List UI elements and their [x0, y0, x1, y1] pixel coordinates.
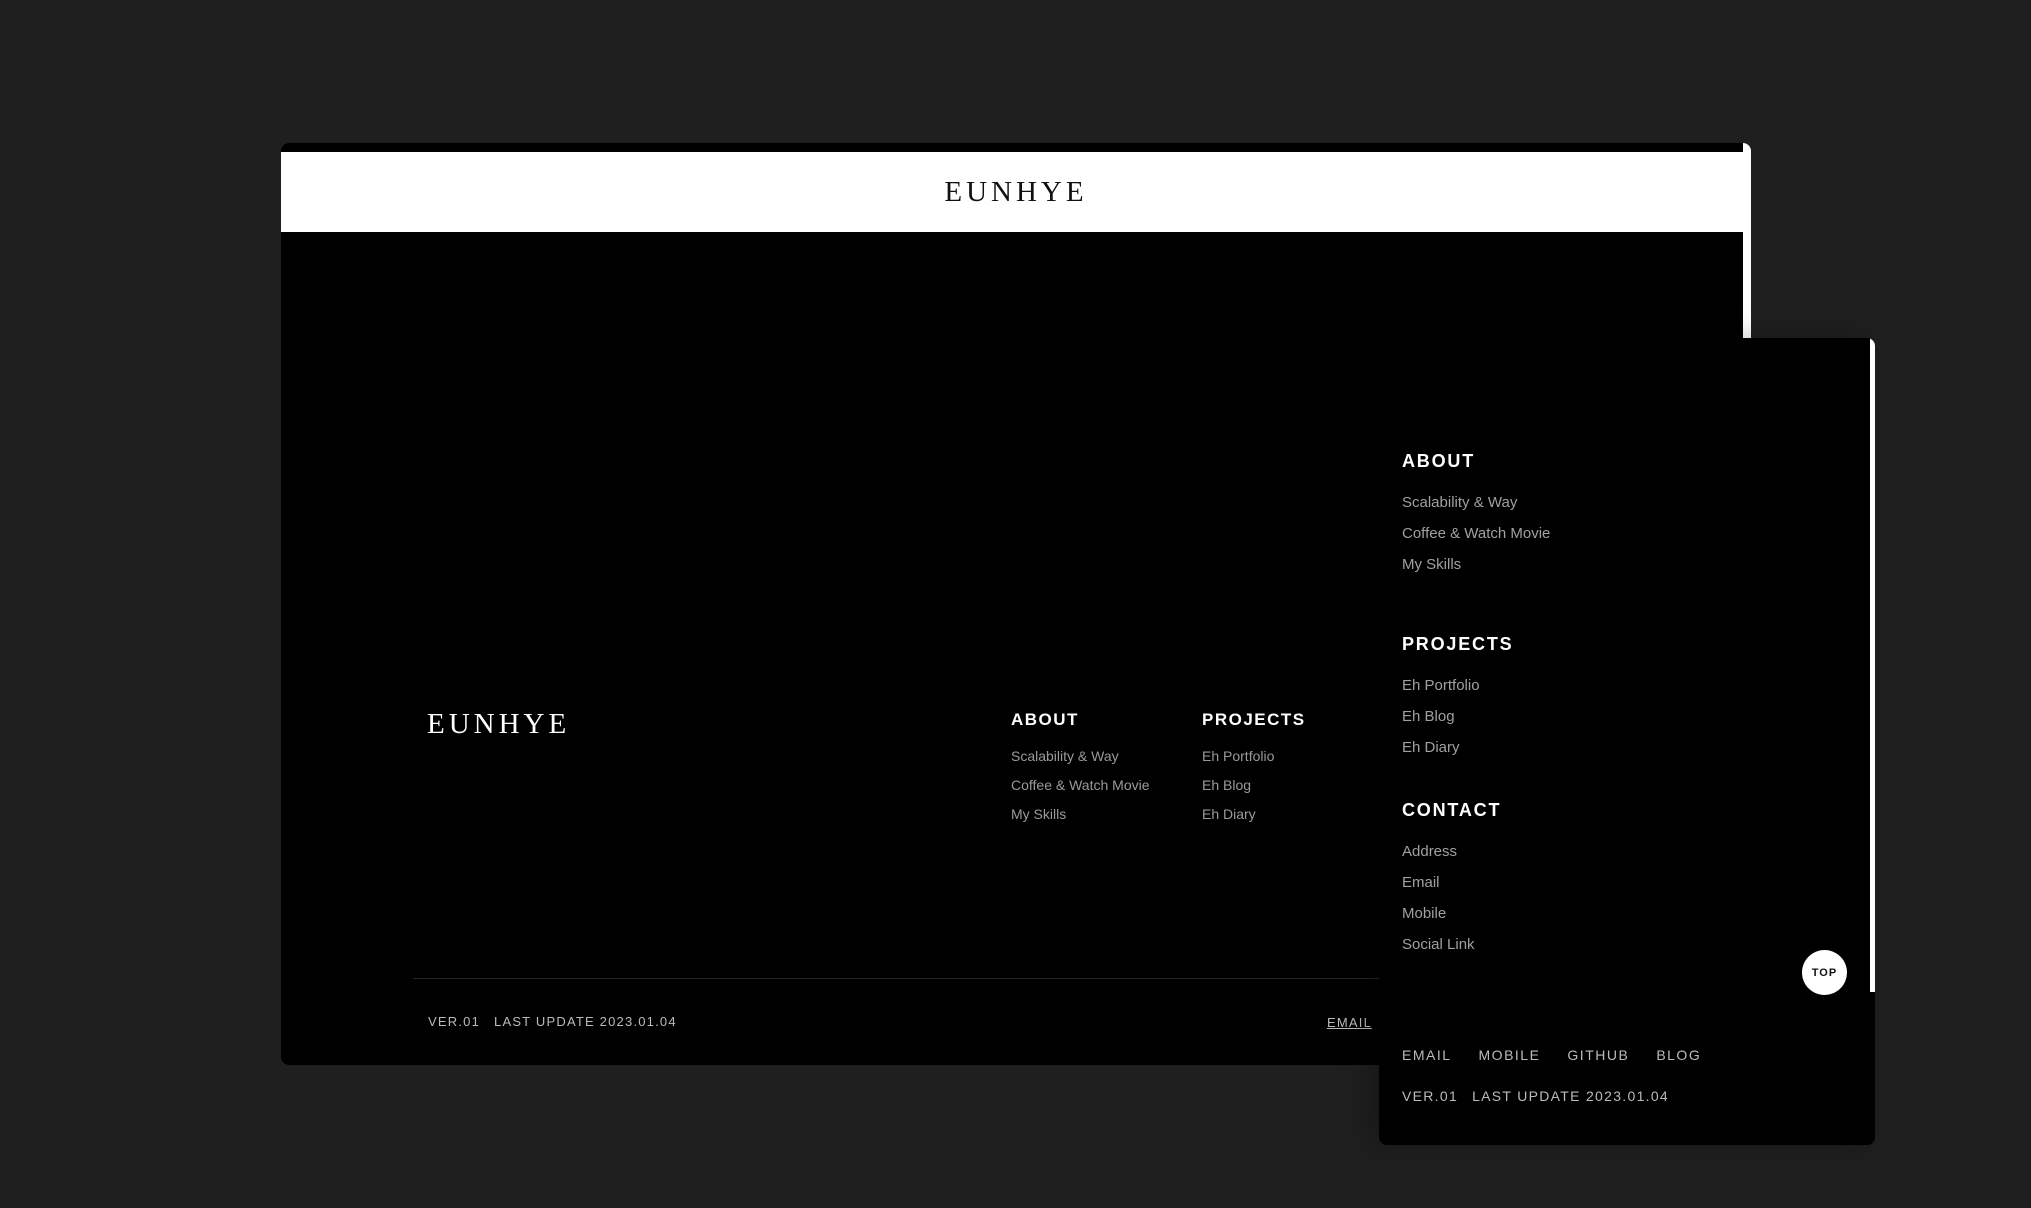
footer-heading-projects: PROJECTS	[1202, 710, 1306, 729]
footer-logo[interactable]: EUNHYE	[427, 708, 570, 741]
scroll-top-button[interactable]: TOP	[1802, 950, 1847, 995]
mobile-bottom-link-email[interactable]: EMAIL	[1402, 1047, 1452, 1063]
mobile-bottom-link-blog[interactable]: BLOG	[1656, 1047, 1701, 1063]
mobile-link-coffee[interactable]: Coffee & Watch Movie	[1402, 525, 1550, 542]
footer-link-coffee[interactable]: Coffee & Watch Movie	[1011, 777, 1150, 793]
footer-column-projects: PROJECTS Eh Portfolio Eh Blog Eh Diary	[1202, 710, 1306, 835]
version-label: VER.01	[428, 1014, 481, 1029]
mobile-heading-projects: PROJECTS	[1402, 634, 1514, 654]
mobile-bottom-link-mobile[interactable]: MOBILE	[1479, 1047, 1541, 1063]
mobile-link-email[interactable]: Email	[1402, 874, 1501, 891]
footer-link-blog[interactable]: Eh Blog	[1202, 777, 1306, 793]
footer-link-skills[interactable]: My Skills	[1011, 806, 1150, 822]
footer-link-diary[interactable]: Eh Diary	[1202, 806, 1306, 822]
footer-bottom-link-email[interactable]: EMAIL	[1327, 1015, 1372, 1030]
footer-link-scalability[interactable]: Scalability & Way	[1011, 748, 1150, 764]
mobile-column-projects: PROJECTS Eh Portfolio Eh Blog Eh Diary	[1402, 634, 1513, 770]
mobile-link-blog[interactable]: Eh Blog	[1402, 708, 1513, 725]
footer-column-about: ABOUT Scalability & Way Coffee & Watch M…	[1011, 710, 1150, 835]
footer-link-portfolio[interactable]: Eh Portfolio	[1202, 748, 1306, 764]
mobile-version-label: VER.01	[1402, 1088, 1459, 1104]
mobile-heading-about: ABOUT	[1402, 451, 1475, 471]
mobile-scrollbar[interactable]	[1870, 338, 1875, 992]
mobile-link-address[interactable]: Address	[1402, 843, 1501, 860]
mobile-heading-contact: CONTACT	[1402, 800, 1502, 820]
mobile-bottom-link-github[interactable]: GITHUB	[1567, 1047, 1629, 1063]
footer-heading-about: ABOUT	[1011, 710, 1079, 729]
mobile-last-update-label: LAST UPDATE 2023.01.04	[1472, 1088, 1670, 1104]
mobile-version-info: VER.01 LAST UPDATE 2023.01.04	[1402, 1088, 1669, 1104]
mobile-link-scalability[interactable]: Scalability & Way	[1402, 494, 1550, 511]
mobile-bottom-links: EMAIL MOBILE GITHUB BLOG	[1402, 1047, 1701, 1063]
mobile-link-skills[interactable]: My Skills	[1402, 556, 1550, 573]
mobile-link-mobile[interactable]: Mobile	[1402, 905, 1501, 922]
mobile-column-about: ABOUT Scalability & Way Coffee & Watch M…	[1402, 451, 1550, 587]
mobile-link-social[interactable]: Social Link	[1402, 936, 1501, 953]
mobile-link-diary[interactable]: Eh Diary	[1402, 739, 1513, 756]
header-logo[interactable]: EUNHYE	[944, 176, 1087, 209]
footer-version-info: VER.01 LAST UPDATE 2023.01.04	[428, 1014, 677, 1029]
desktop-header: EUNHYE	[281, 152, 1751, 232]
mobile-mockup: ABOUT Scalability & Way Coffee & Watch M…	[1379, 338, 1875, 1145]
mobile-column-contact: CONTACT Address Email Mobile Social Link	[1402, 800, 1501, 967]
last-update-label: LAST UPDATE 2023.01.04	[494, 1014, 677, 1029]
mobile-link-portfolio[interactable]: Eh Portfolio	[1402, 677, 1513, 694]
